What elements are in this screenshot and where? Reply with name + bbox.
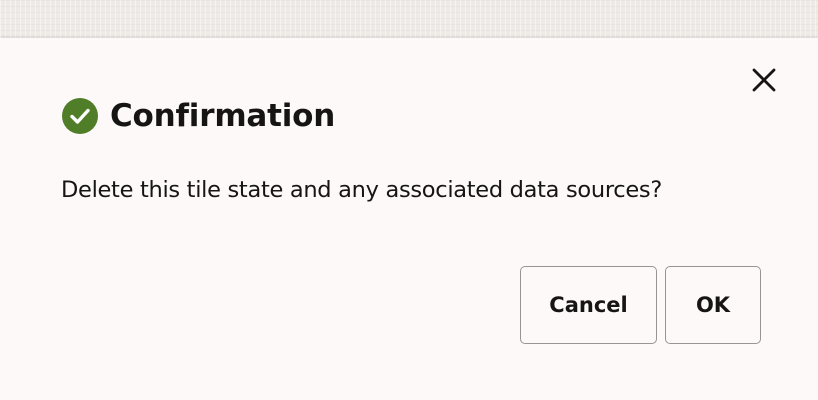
close-button[interactable] xyxy=(746,62,782,98)
confirmation-dialog: Confirmation Delete this tile state and … xyxy=(0,38,818,400)
close-icon xyxy=(752,68,776,92)
dialog-header: Confirmation xyxy=(62,96,335,136)
dialog-title: Confirmation xyxy=(110,98,336,134)
page-backdrop xyxy=(0,0,818,38)
check-circle-icon xyxy=(62,98,98,134)
cancel-button[interactable]: Cancel xyxy=(520,266,657,344)
ok-button[interactable]: OK xyxy=(665,266,761,344)
dialog-message: Delete this tile state and any associate… xyxy=(61,177,662,203)
